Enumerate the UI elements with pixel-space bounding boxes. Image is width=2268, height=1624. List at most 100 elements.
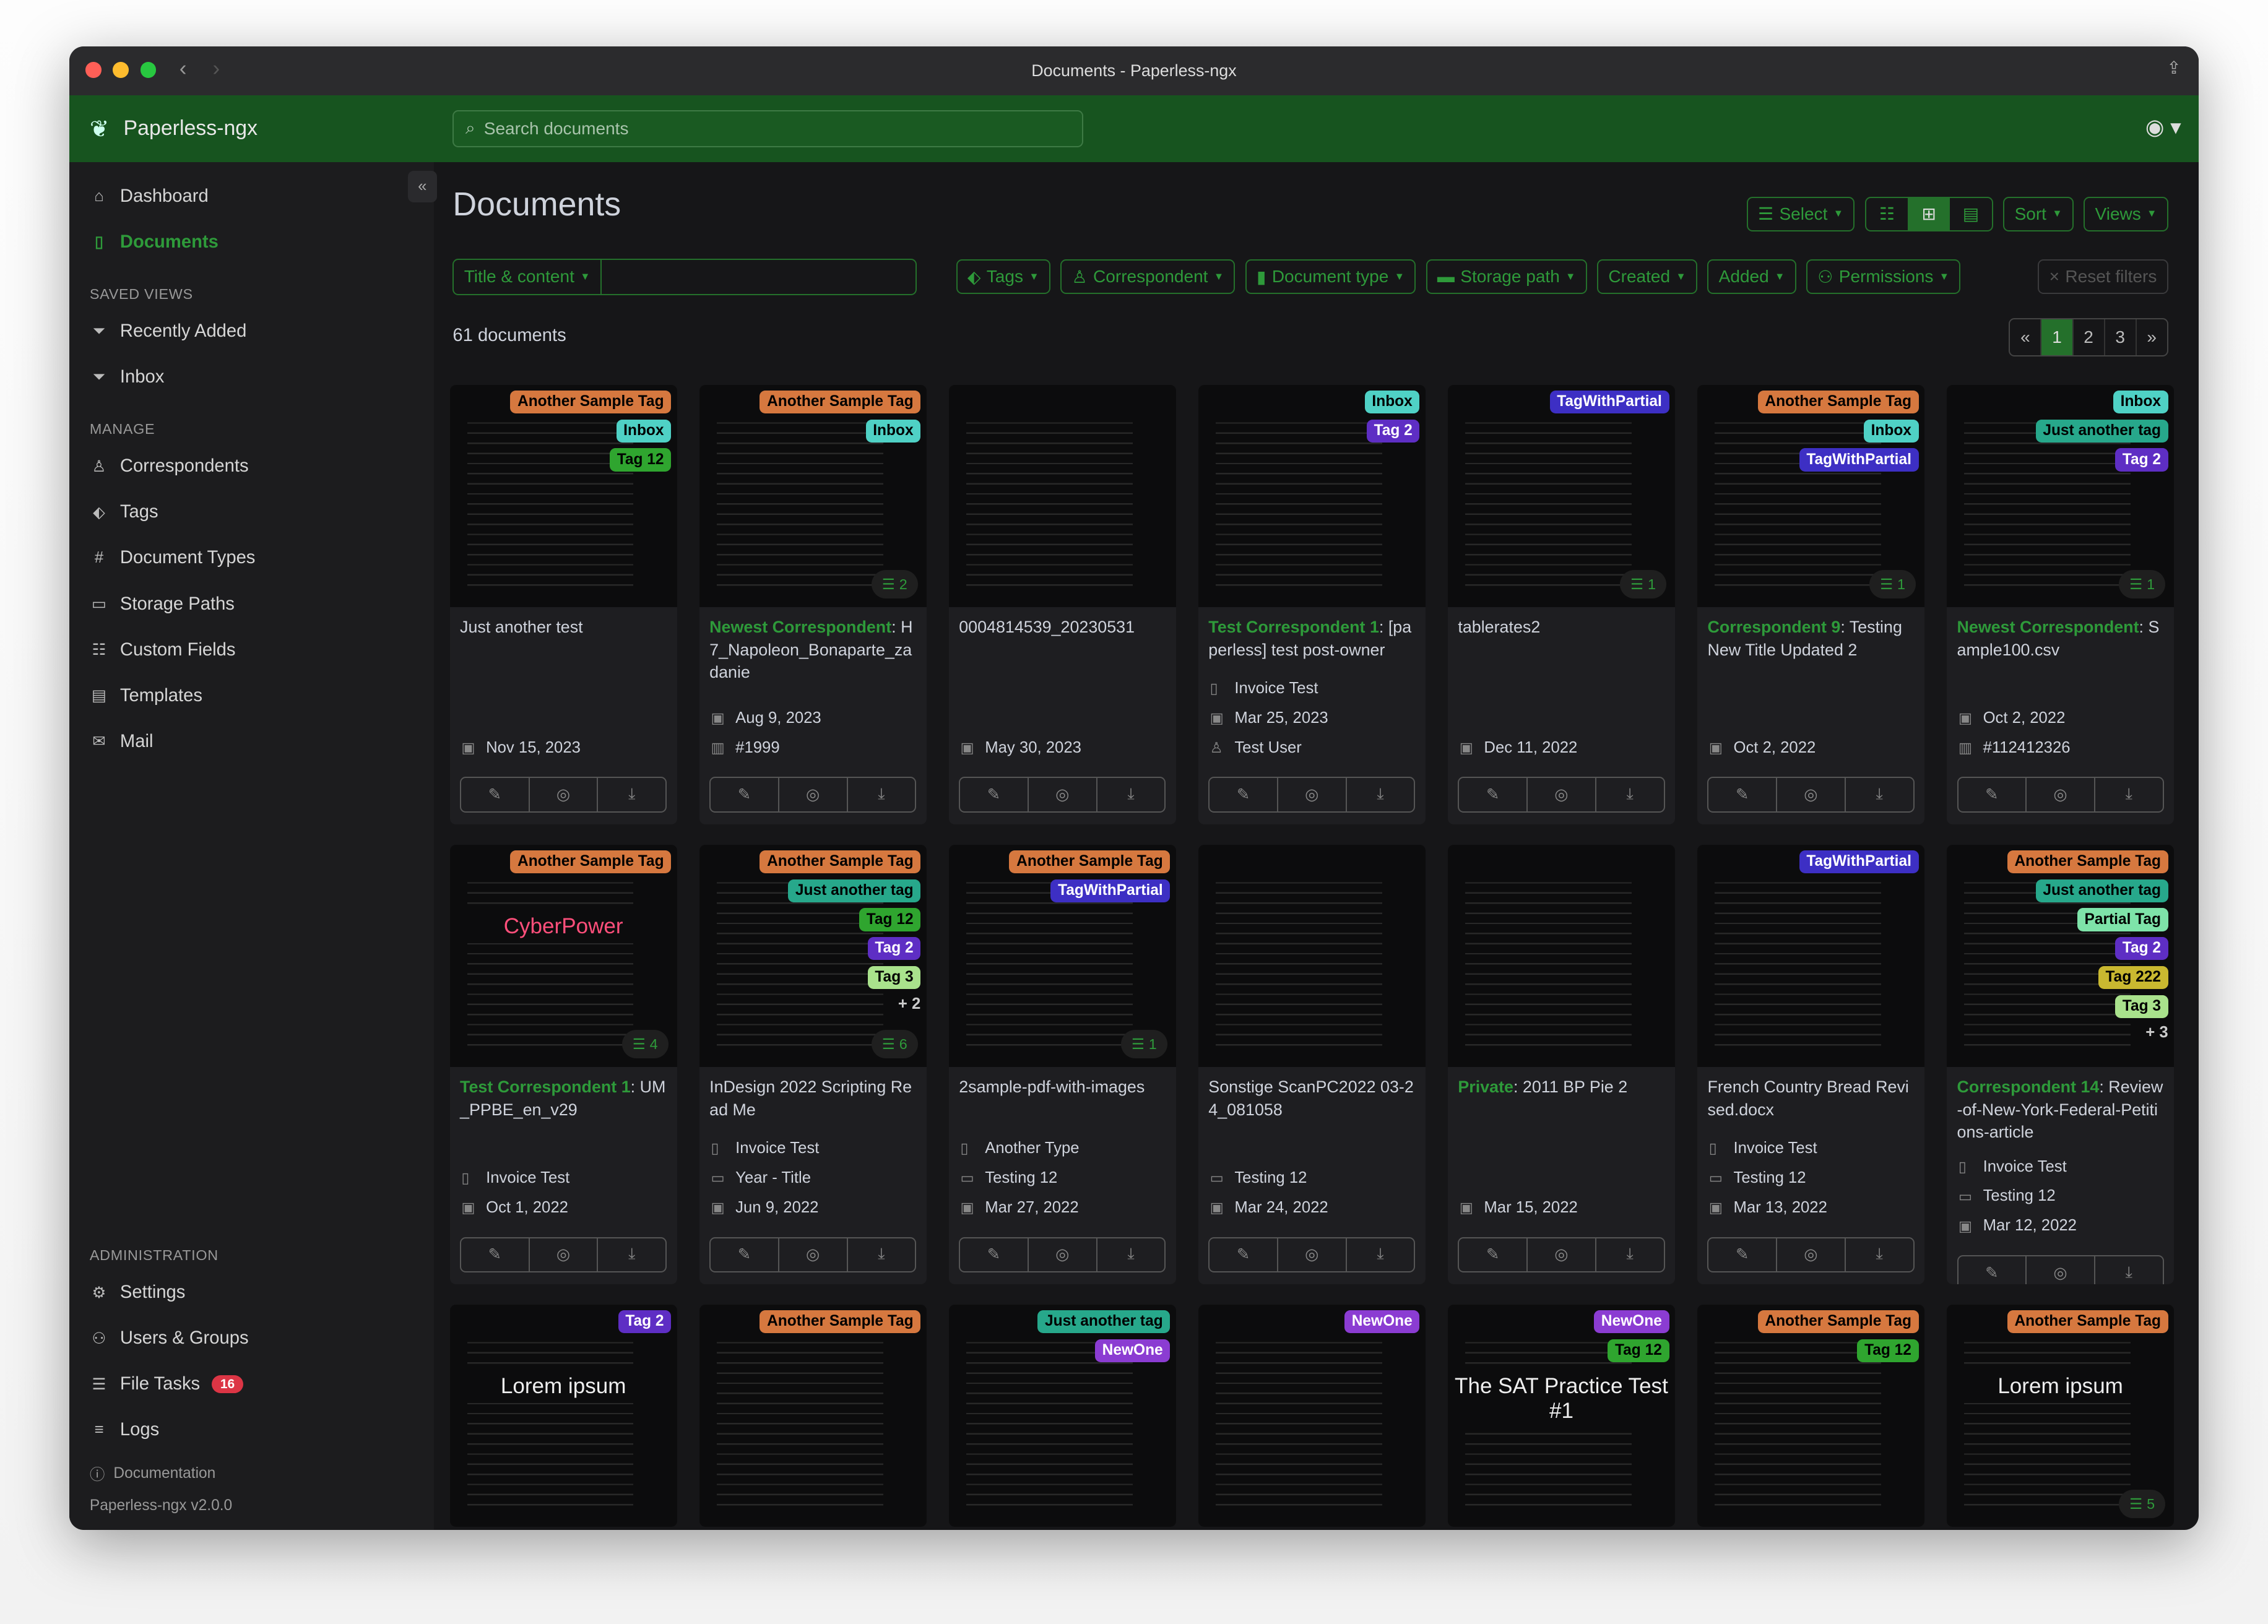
download-button[interactable]: ⤓: [597, 1238, 665, 1272]
tag-badge[interactable]: Inbox: [1863, 419, 1919, 443]
tag-badge[interactable]: Tag 3: [867, 965, 921, 990]
document-thumbnail[interactable]: Lorem ipsum Tag 2: [449, 1304, 677, 1527]
filter-created-dropdown[interactable]: Created ▼: [1597, 259, 1697, 295]
title-content-select[interactable]: Title & content ▼: [454, 260, 602, 294]
large-cards-view-button[interactable]: ▤: [1950, 198, 1992, 230]
document-card[interactable]: Another Sample Tag Inbox Tag 12 Just anothe…: [449, 384, 677, 824]
tag-badge[interactable]: Another Sample Tag: [2007, 850, 2168, 874]
edit-button[interactable]: ✎: [1708, 1238, 1776, 1272]
tag-badge[interactable]: Tag 12: [859, 908, 921, 931]
tag-badge[interactable]: Another Sample Tag: [760, 1310, 921, 1334]
document-card[interactable]: TagWithPartial ☰ 1 tablerates2 ▣ Dec 11, 2022…: [1448, 384, 1675, 824]
user-menu-icon[interactable]: ◉ ▾: [2145, 114, 2181, 140]
document-card[interactable]: NewOne: [1198, 1304, 1426, 1527]
preview-button[interactable]: ◎: [528, 1238, 597, 1272]
tag-badge[interactable]: Another Sample Tag: [510, 390, 672, 414]
tag-badge[interactable]: TagWithPartial: [1549, 390, 1669, 414]
page-1[interactable]: 1: [2040, 319, 2072, 356]
tag-badge[interactable]: Tag 12: [610, 448, 672, 472]
preview-button[interactable]: ◎: [2025, 778, 2094, 812]
sidebar-item-dashboard[interactable]: ⌂ Dashboard: [69, 173, 434, 219]
filter-storage-path-dropdown[interactable]: ▬ Storage path ▼: [1426, 259, 1587, 295]
preview-button[interactable]: ◎: [1277, 1238, 1346, 1272]
preview-button[interactable]: ◎: [1027, 1238, 1096, 1272]
page-2[interactable]: 2: [2072, 319, 2104, 356]
document-card[interactable]: 0004814539_20230531 ▣ May 30, 2023 ✎ ◎ ⤓: [948, 384, 1176, 824]
document-card[interactable]: The SAT Practice Test #1 NewOne Tag 12: [1448, 1304, 1675, 1527]
document-thumbnail[interactable]: Another Sample Tag Just another tag Tag 12…: [699, 844, 927, 1068]
tag-badge[interactable]: Inbox: [2113, 390, 2168, 414]
tag-badge[interactable]: Inbox: [616, 419, 672, 443]
correspondent-link[interactable]: Newest Correspondent: [1957, 618, 2139, 636]
preview-button[interactable]: ◎: [1526, 1238, 1595, 1272]
document-thumbnail[interactable]: [948, 384, 1176, 608]
sidebar-item-custom-fields[interactable]: ☷ Custom Fields: [69, 627, 434, 673]
download-button[interactable]: ⤓: [1595, 1238, 1664, 1272]
tag-badge[interactable]: Tag 2: [1366, 419, 1420, 443]
minimize-window-button[interactable]: [113, 62, 129, 79]
edit-button[interactable]: ✎: [1459, 778, 1526, 811]
document-card[interactable]: Sonstige ScanPC2022 03-24_081058 ▭ Testing…: [1198, 844, 1426, 1284]
download-button[interactable]: ⤓: [1595, 778, 1664, 812]
tag-badge[interactable]: Tag 2: [2115, 937, 2168, 961]
document-card[interactable]: Private: 2011 BP Pie 2 ▣ Mar 15, 2022 ✎ ◎ ⤓: [1448, 844, 1675, 1284]
edit-button[interactable]: ✎: [1459, 1238, 1526, 1272]
tag-badge[interactable]: Inbox: [1364, 390, 1420, 414]
sidebar-item-document-types[interactable]: # Document Types: [69, 535, 434, 581]
document-thumbnail[interactable]: [1198, 844, 1426, 1068]
document-card[interactable]: Just another tag NewOne: [948, 1304, 1176, 1527]
edit-button[interactable]: ✎: [461, 1238, 529, 1272]
tag-badge[interactable]: Another Sample Tag: [1757, 390, 1919, 414]
preview-button[interactable]: ◎: [2025, 1256, 2094, 1284]
edit-button[interactable]: ✎: [1210, 778, 1277, 811]
notes-badge[interactable]: ☰ 1: [1120, 1029, 1167, 1059]
document-card[interactable]: Lorem ipsum Another Sample Tag ☰ 5: [1947, 1304, 2175, 1527]
sidebar-item-correspondents[interactable]: ♙ Correspondents: [69, 444, 434, 490]
edit-button[interactable]: ✎: [1959, 1256, 2026, 1284]
download-button[interactable]: ⤓: [1844, 778, 1913, 812]
tag-badge[interactable]: Another Sample Tag: [760, 390, 921, 414]
correspondent-link[interactable]: Newest Correspondent: [709, 618, 891, 636]
document-card[interactable]: Another Sample Tag: [699, 1304, 927, 1527]
document-thumbnail[interactable]: Another Sample Tag Inbox ☰ 2: [699, 384, 927, 608]
document-thumbnail[interactable]: Another Sample Tag Inbox Tag 12: [449, 384, 677, 608]
download-button[interactable]: ⤓: [1345, 778, 1414, 812]
filter-added-dropdown[interactable]: Added ▼: [1707, 259, 1796, 295]
document-card[interactable]: Another Sample Tag TagWithPartial ☰ 1 2sampl…: [948, 844, 1176, 1284]
views-dropdown[interactable]: Views ▼: [2084, 196, 2168, 231]
tag-badge[interactable]: Another Sample Tag: [510, 850, 672, 874]
back-icon[interactable]: ‹: [180, 56, 187, 81]
document-thumbnail[interactable]: [1448, 844, 1675, 1068]
close-window-button[interactable]: [85, 62, 102, 79]
edit-button[interactable]: ✎: [1210, 1238, 1277, 1272]
document-thumbnail[interactable]: Another Sample Tag Inbox TagWithPartial ☰ 1: [1697, 384, 1924, 608]
tag-badge[interactable]: Just another tag: [1037, 1310, 1171, 1334]
preview-button[interactable]: ◎: [1526, 778, 1595, 812]
document-thumbnail[interactable]: NewOne: [1198, 1304, 1426, 1527]
document-thumbnail[interactable]: Inbox Just another tag Tag 2 ☰ 1: [1947, 384, 2175, 608]
sidebar-item-settings[interactable]: ⚙ Settings: [69, 1270, 434, 1316]
correspondent-link[interactable]: Correspondent 9: [1707, 618, 1840, 636]
document-thumbnail[interactable]: Another Sample Tag Just another tag Partia…: [1947, 844, 2175, 1068]
download-button[interactable]: ⤓: [2093, 1256, 2163, 1284]
tag-badge[interactable]: Tag 12: [1857, 1339, 1919, 1363]
preview-button[interactable]: ◎: [1277, 778, 1346, 812]
sidebar-item-file-tasks[interactable]: ☰ File Tasks 16: [69, 1362, 434, 1407]
notes-badge[interactable]: ☰ 6: [871, 1029, 918, 1059]
document-thumbnail[interactable]: Another Sample Tag: [699, 1304, 927, 1527]
page-next[interactable]: »: [2135, 319, 2167, 356]
tag-badge[interactable]: Another Sample Tag: [760, 850, 921, 874]
notes-badge[interactable]: ☰ 5: [2119, 1489, 2166, 1519]
tag-badge[interactable]: NewOne: [1344, 1310, 1420, 1334]
sidebar-item-recently-added[interactable]: ⏷ Recently Added: [69, 309, 434, 355]
download-button[interactable]: ⤓: [2093, 778, 2163, 812]
collapse-sidebar-button[interactable]: «: [407, 170, 437, 203]
sidebar-item-inbox[interactable]: ⏷ Inbox: [69, 355, 434, 400]
tag-badge[interactable]: TagWithPartial: [1050, 879, 1171, 903]
preview-button[interactable]: ◎: [528, 778, 597, 812]
tag-badge[interactable]: Just another tag: [2035, 419, 2168, 443]
document-thumbnail[interactable]: Another Sample Tag Tag 12: [1697, 1304, 1924, 1527]
reset-filters-button[interactable]: × Reset filters: [2038, 259, 2168, 295]
edit-button[interactable]: ✎: [960, 1238, 1028, 1272]
document-card[interactable]: Inbox Tag 2 Test Correspondent 1: [paperle…: [1198, 384, 1426, 824]
